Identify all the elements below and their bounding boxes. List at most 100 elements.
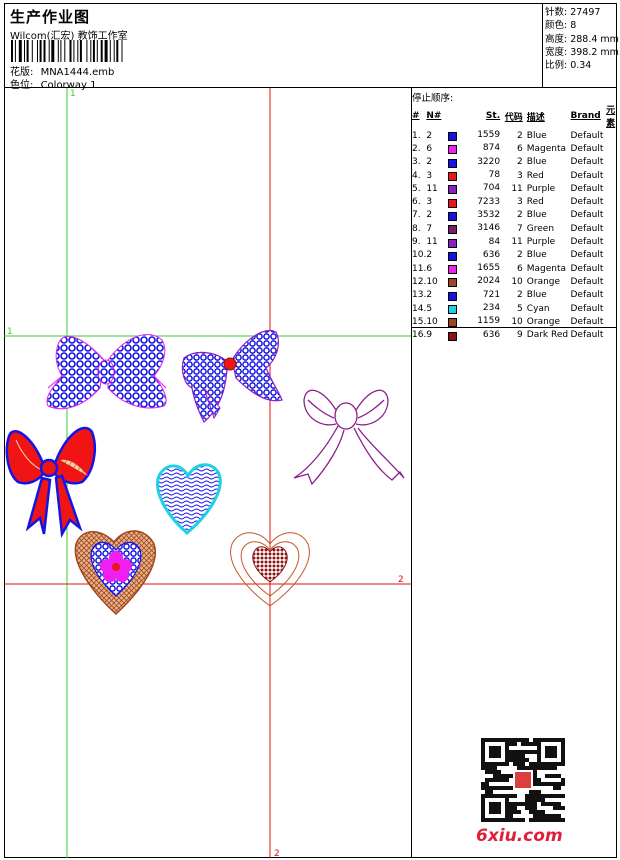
row-stitches: 721 (482, 289, 501, 300)
row-code: 2 (517, 250, 523, 261)
stat-width: 宽度: 398.2 mm (545, 46, 619, 58)
table-row: 2. 6 874 6 Magenta Default (412, 142, 617, 155)
design-canvas: 1 1 2 2 (4, 88, 411, 858)
row-description: Orange (526, 276, 561, 287)
color-swatch (447, 198, 457, 208)
row-description: Dark Red (526, 330, 569, 341)
row-code: 3 (517, 170, 523, 181)
row-brand: Default (570, 263, 604, 274)
row-brand: Default (570, 197, 604, 208)
guide-label-v2: 2 (274, 849, 280, 858)
row-needle: 5 (426, 303, 433, 314)
panel-divider (412, 327, 617, 328)
row-element (606, 302, 617, 315)
row-brand: Default (570, 237, 604, 248)
row-index: 11. (412, 263, 427, 274)
stat-height: 高度: 288.4 mm (545, 33, 619, 45)
color-swatch (447, 305, 457, 314)
color-swatch (447, 318, 457, 328)
row-element (606, 328, 617, 341)
row-needle: 2 (426, 210, 433, 221)
guide-label-h1: 1 (7, 327, 13, 337)
row-needle: 6 (426, 263, 433, 274)
row-index: 3. (412, 157, 421, 168)
row-stitches: 84 (488, 236, 501, 247)
row-needle: 2 (426, 130, 433, 141)
stat-stitches: 针数: 27497 (545, 7, 601, 18)
row-brand: Default (570, 130, 604, 141)
column-header: Brand (570, 111, 601, 121)
row-description: Green (526, 223, 555, 234)
lattice-bow-left (46, 334, 167, 410)
guide-label-v1: 1 (70, 89, 76, 99)
row-index: 4. (412, 170, 421, 181)
row-stitches: 78 (488, 170, 501, 181)
row-needle: 7 (426, 223, 433, 234)
table-row: 11. 6 1655 6 Magenta Default (412, 262, 617, 275)
row-element (606, 169, 617, 182)
row-brand: Default (570, 170, 604, 181)
row-element (606, 275, 617, 288)
wavy-heart (156, 463, 222, 535)
table-row: 7. 2 3532 2 Blue Default (412, 209, 617, 222)
header: 生产作业图 Wilcom(汇宏) 教饰工作室 花版: MNA1444.emb 色… (4, 3, 619, 91)
row-stitches: 1159 (477, 316, 501, 327)
row-element (606, 289, 617, 302)
row-brand: Default (570, 143, 604, 154)
row-description: Magenta (526, 143, 567, 154)
row-element (606, 235, 617, 248)
row-description: Blue (526, 157, 547, 168)
stop-sequence-table: # N# St. 代码 描述 Brand 元素 1. 2 1559 2 Blue Defa… (412, 103, 617, 342)
row-element (606, 129, 617, 142)
table-row: 10. 2 636 2 Blue Default (412, 249, 617, 262)
barcode (11, 40, 123, 62)
row-stitches: 234 (482, 303, 501, 313)
row-description: Blue (526, 210, 547, 221)
outline-bow (293, 389, 405, 486)
red-bow (5, 426, 96, 538)
row-needle: 9 (426, 330, 433, 341)
row-description: Blue (526, 130, 547, 141)
row-code: 2 (517, 130, 523, 141)
row-description: Magenta (526, 263, 567, 274)
row-index: 2. (412, 143, 421, 154)
row-description: Purple (526, 183, 556, 194)
color-swatch (447, 265, 457, 275)
lattice-bow-right (181, 330, 283, 423)
row-index: 8. (412, 223, 421, 234)
table-row: 4. 3 78 3 Red Default (412, 169, 617, 182)
row-code: 2 (517, 290, 523, 301)
row-needle: 6 (426, 143, 433, 154)
row-needle: 3 (426, 197, 433, 208)
row-needle: 2 (426, 290, 433, 301)
row-code: 11 (511, 237, 523, 248)
table-row: 13. 2 721 2 Blue Default (412, 289, 617, 302)
watermark-logo: 6xiu.com (476, 826, 563, 846)
row-brand: Default (570, 330, 604, 341)
row-code: 3 (517, 197, 523, 208)
row-needle: 11 (426, 237, 438, 248)
row-description: Blue (526, 290, 547, 301)
row-element (606, 142, 617, 155)
guide-label-h2: 2 (398, 575, 404, 585)
stat-scale: 比例: 0.34 (545, 60, 592, 72)
row-code: 2 (517, 210, 523, 221)
row-description: Cyan (526, 303, 550, 314)
row-code: 6 (517, 143, 523, 154)
row-needle: 3 (426, 170, 433, 181)
row-stitches: 1655 (477, 263, 501, 274)
row-index: 12. (412, 276, 427, 287)
row-code: 11 (511, 183, 523, 194)
column-header: # (412, 111, 420, 121)
column-header: St. (485, 111, 501, 121)
row-index: 1. (412, 130, 421, 141)
table-row: 12. 10 2024 10 Orange Default (412, 275, 617, 288)
color-swatch (447, 132, 457, 142)
row-element (606, 182, 617, 195)
row-index: 13. (412, 290, 427, 301)
column-header: N# (426, 111, 442, 121)
row-brand: Default (570, 250, 604, 261)
row-index: 14. (412, 303, 427, 314)
row-brand: Default (570, 276, 604, 287)
row-code: 10 (511, 276, 523, 287)
